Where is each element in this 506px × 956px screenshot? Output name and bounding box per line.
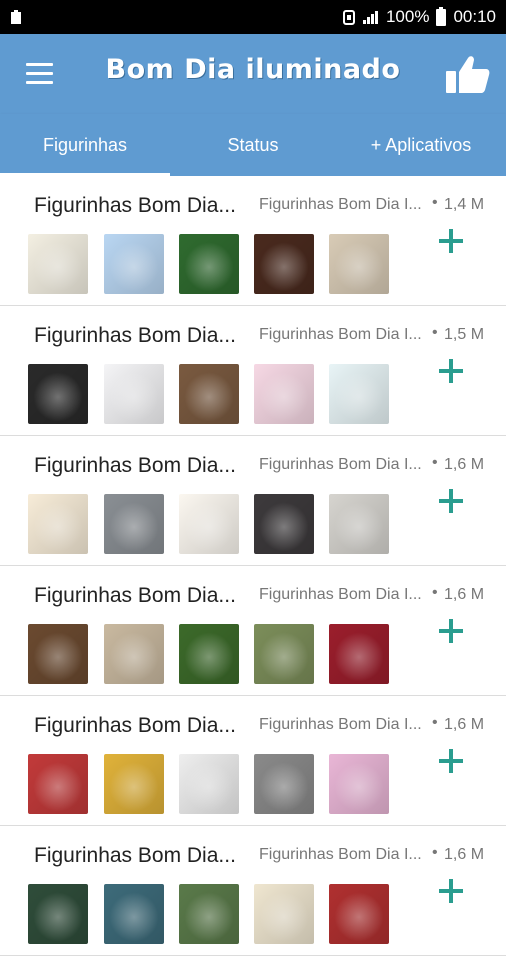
sticker-thumbnail: [254, 364, 314, 424]
sticker-pack-row[interactable]: Figurinhas Bom Dia... Figurinhas Bom Dia …: [0, 696, 506, 826]
status-bar: 100% 00:10: [0, 0, 506, 34]
alarm-icon: [342, 10, 355, 25]
add-pack-plus-icon[interactable]: [436, 226, 466, 256]
tab-bar: Figurinhas Status + Aplicativos: [0, 114, 506, 176]
pack-author: Figurinhas Bom Dia I...: [259, 196, 422, 213]
pack-size: 1,4 M: [444, 196, 485, 213]
sticker-thumbnail: [104, 624, 164, 684]
sticker-pack-row[interactable]: Figurinhas Bom Dia... Figurinhas Bom Dia …: [0, 176, 506, 306]
pack-title: Figurinhas Bom Dia...: [34, 844, 236, 867]
pack-title: Figurinhas Bom Dia...: [34, 454, 236, 477]
pack-size: 1,6 M: [444, 716, 485, 733]
pack-title: Figurinhas Bom Dia...: [34, 194, 236, 217]
sticker-thumbnail: [28, 884, 88, 944]
sticker-pack-list: Figurinhas Bom Dia... Figurinhas Bom Dia …: [0, 176, 506, 956]
sticker-thumbnail: [28, 494, 88, 554]
add-pack-plus-icon[interactable]: [436, 876, 466, 906]
pack-author: Figurinhas Bom Dia I...: [259, 716, 422, 733]
pack-title: Figurinhas Bom Dia...: [34, 324, 236, 347]
sticker-thumbnail: [329, 624, 389, 684]
tab-figurinhas[interactable]: Figurinhas: [0, 114, 170, 176]
pack-size: 1,6 M: [444, 586, 485, 603]
sticker-thumbnail: [28, 364, 88, 424]
sticker-thumbnail: [254, 494, 314, 554]
pack-size: 1,5 M: [444, 326, 485, 343]
add-pack-plus-icon[interactable]: [436, 486, 466, 516]
battery-icon: [436, 7, 447, 26]
pack-size: 1,6 M: [444, 456, 485, 473]
sticker-thumbnail: [179, 234, 239, 294]
separator-dot: •: [432, 844, 438, 861]
sticker-thumbnail: [179, 494, 239, 554]
sticker-thumbnail: [329, 754, 389, 814]
pack-title: Figurinhas Bom Dia...: [34, 584, 236, 607]
notification-icon: [11, 10, 21, 24]
add-pack-plus-icon[interactable]: [436, 746, 466, 776]
pack-author: Figurinhas Bom Dia I...: [259, 846, 422, 863]
signal-icon: [362, 11, 378, 24]
pack-author: Figurinhas Bom Dia I...: [259, 326, 422, 343]
separator-dot: •: [432, 194, 438, 211]
sticker-thumbnail: [329, 884, 389, 944]
sticker-thumbnail: [329, 364, 389, 424]
pack-size: 1,6 M: [444, 846, 485, 863]
sticker-thumbnail: [104, 364, 164, 424]
pack-author: Figurinhas Bom Dia I...: [259, 586, 422, 603]
add-pack-plus-icon[interactable]: [436, 356, 466, 386]
add-pack-plus-icon[interactable]: [436, 616, 466, 646]
sticker-thumbnail: [254, 624, 314, 684]
sticker-thumbnail: [28, 624, 88, 684]
sticker-thumbnail: [104, 884, 164, 944]
separator-dot: •: [432, 324, 438, 341]
sticker-thumbnail: [329, 494, 389, 554]
sticker-thumbnail: [28, 234, 88, 294]
sticker-thumbnail: [179, 884, 239, 944]
sticker-thumbnail: [179, 364, 239, 424]
sticker-thumbnail: [28, 754, 88, 814]
app-bar: Bom Dia iluminado: [0, 34, 506, 114]
sticker-pack-row[interactable]: Figurinhas Bom Dia... Figurinhas Bom Dia …: [0, 826, 506, 956]
sticker-thumbnail: [104, 754, 164, 814]
sticker-thumbnail: [254, 884, 314, 944]
pack-author: Figurinhas Bom Dia I...: [259, 456, 422, 473]
app-title: Bom Dia iluminado: [105, 54, 401, 85]
sticker-pack-row[interactable]: Figurinhas Bom Dia... Figurinhas Bom Dia …: [0, 436, 506, 566]
sticker-thumbnail: [104, 494, 164, 554]
tab-aplicativos[interactable]: + Aplicativos: [336, 114, 506, 176]
sticker-thumbnail: [179, 624, 239, 684]
sticker-thumbnail: [254, 234, 314, 294]
thumbs-up-icon[interactable]: [444, 50, 492, 98]
clock: 00:10: [453, 7, 496, 26]
separator-dot: •: [432, 714, 438, 731]
pack-title: Figurinhas Bom Dia...: [34, 714, 236, 737]
sticker-pack-row[interactable]: Figurinhas Bom Dia... Figurinhas Bom Dia …: [0, 306, 506, 436]
separator-dot: •: [432, 454, 438, 471]
sticker-thumbnail: [179, 754, 239, 814]
sticker-pack-row[interactable]: Figurinhas Bom Dia... Figurinhas Bom Dia …: [0, 566, 506, 696]
sticker-thumbnail: [329, 234, 389, 294]
sticker-thumbnail: [254, 754, 314, 814]
separator-dot: •: [432, 584, 438, 601]
tab-status[interactable]: Status: [170, 114, 336, 176]
battery-percent: 100%: [385, 7, 430, 26]
sticker-thumbnail: [104, 234, 164, 294]
